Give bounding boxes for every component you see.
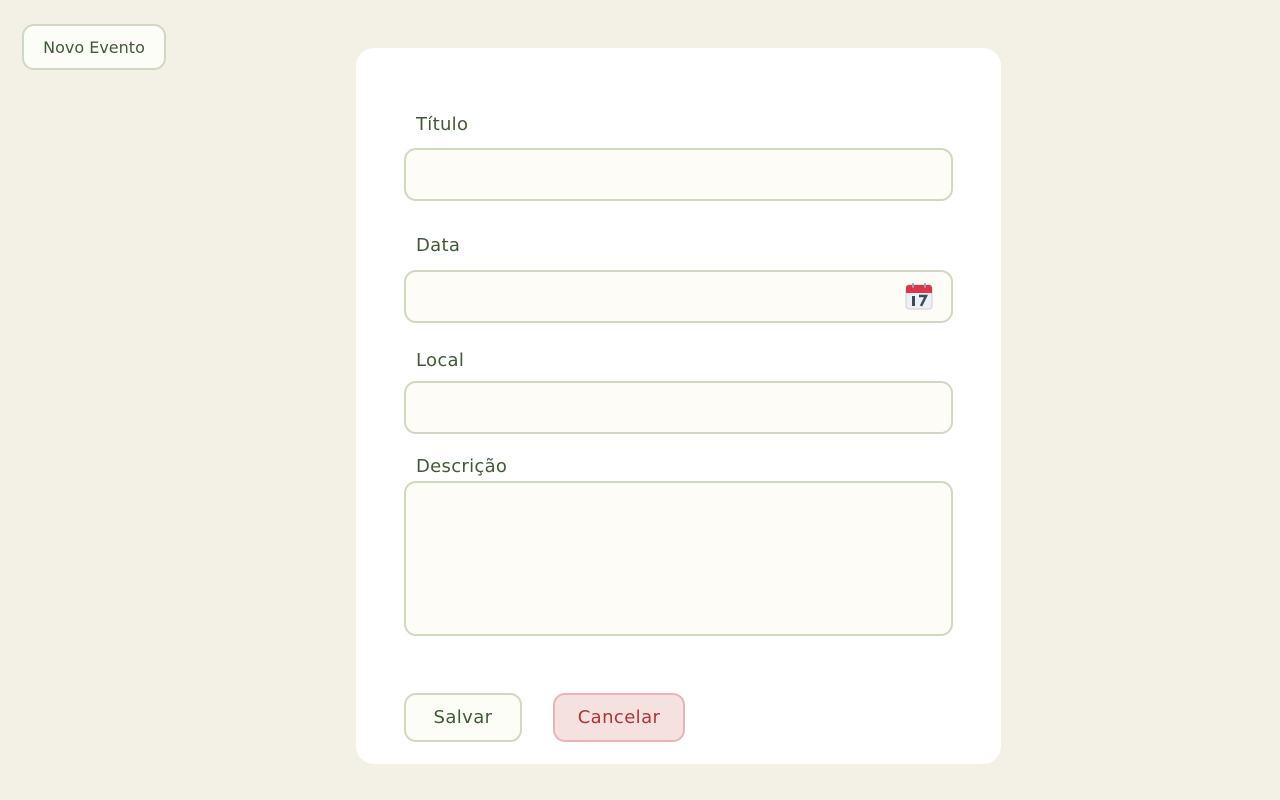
date-input[interactable]	[404, 270, 953, 323]
location-label: Local	[416, 350, 465, 371]
event-form-card: Título Data Local Descrição Salvar Cance…	[356, 48, 1001, 764]
description-label: Descrição	[416, 456, 508, 477]
cancel-button[interactable]: Cancelar	[553, 693, 685, 742]
date-label: Data	[416, 235, 461, 256]
save-button[interactable]: Salvar	[404, 693, 522, 742]
title-input[interactable]	[404, 148, 953, 201]
calendar-icon[interactable]	[905, 282, 933, 310]
location-input[interactable]	[404, 381, 953, 434]
new-event-button[interactable]: Novo Evento	[22, 24, 166, 70]
title-label: Título	[416, 114, 469, 135]
description-textarea[interactable]	[404, 481, 953, 636]
